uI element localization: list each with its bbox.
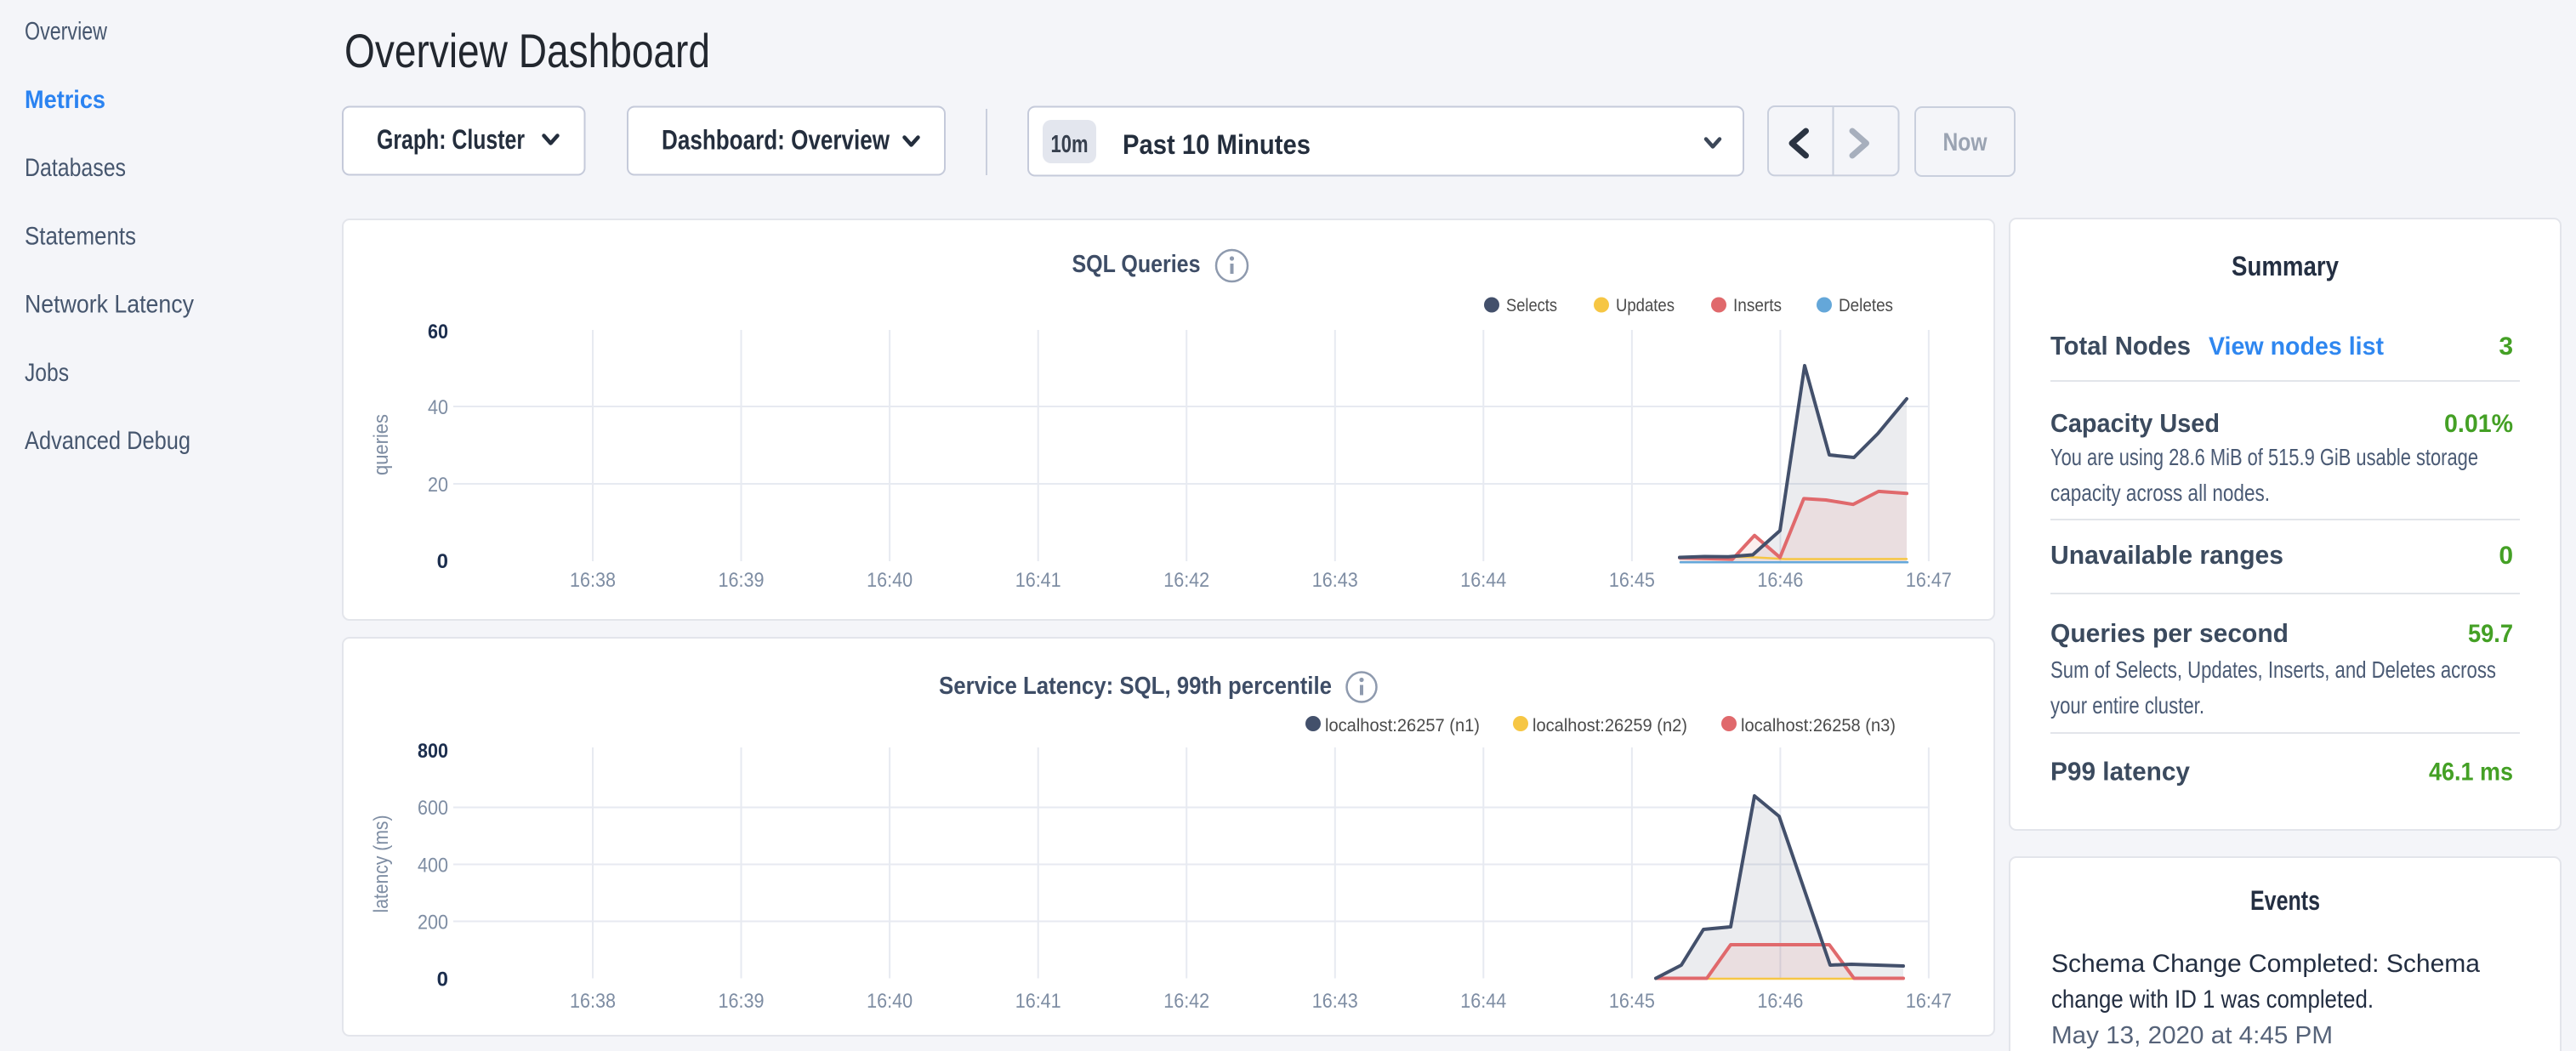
svg-text:Summary: Summary [2232, 251, 2339, 281]
svg-text:Overview Dashboard: Overview Dashboard [344, 24, 710, 77]
svg-text:You are using 28.6 MiB of 515.: You are using 28.6 MiB of 515.9 GiB usab… [2050, 444, 2478, 470]
svg-text:16:44: 16:44 [1460, 569, 1506, 592]
svg-text:16:43: 16:43 [1312, 569, 1358, 592]
svg-text:16:38: 16:38 [570, 569, 616, 592]
svg-text:800: 800 [418, 740, 448, 763]
svg-text:40: 40 [428, 396, 448, 419]
svg-text:600: 600 [418, 797, 448, 820]
svg-text:16:38: 16:38 [570, 990, 616, 1013]
svg-text:Schema Change Completed: Schem: Schema Change Completed: Schema [2051, 950, 2480, 978]
svg-text:Total Nodes: Total Nodes [2050, 331, 2191, 361]
svg-text:capacity across all nodes.: capacity across all nodes. [2050, 480, 2270, 506]
svg-text:latency (ms): latency (ms) [370, 815, 393, 913]
svg-text:Events: Events [2250, 885, 2320, 916]
svg-text:0: 0 [2499, 542, 2513, 570]
svg-text:Overview: Overview [25, 18, 107, 46]
svg-text:View nodes list: View nodes list [2209, 332, 2384, 361]
svg-text:Selects: Selects [1506, 296, 1557, 315]
svg-text:Inserts: Inserts [1733, 296, 1782, 315]
svg-text:16:46: 16:46 [1757, 569, 1803, 592]
svg-text:0.01%: 0.01% [2444, 410, 2513, 438]
svg-text:queries: queries [370, 414, 393, 475]
svg-text:Updates: Updates [1616, 296, 1675, 315]
svg-text:46.1 ms: 46.1 ms [2429, 758, 2513, 787]
svg-text:change with ID 1 was completed: change with ID 1 was completed. [2051, 986, 2374, 1014]
svg-text:Capacity Used: Capacity Used [2050, 408, 2220, 438]
svg-text:localhost:26258 (n3): localhost:26258 (n3) [1741, 716, 1896, 736]
svg-text:16:43: 16:43 [1312, 990, 1358, 1013]
svg-text:16:40: 16:40 [867, 990, 913, 1013]
svg-text:localhost:26259 (n2): localhost:26259 (n2) [1533, 716, 1687, 736]
svg-text:Jobs: Jobs [25, 359, 69, 387]
svg-text:Unavailable ranges: Unavailable ranges [2050, 540, 2283, 570]
svg-text:20: 20 [428, 474, 448, 497]
svg-text:Statements: Statements [25, 222, 136, 250]
svg-text:Sum of Selects, Updates, Inser: Sum of Selects, Updates, Inserts, and De… [2050, 656, 2496, 683]
svg-text:Deletes: Deletes [1839, 296, 1893, 315]
svg-text:59.7: 59.7 [2468, 620, 2513, 648]
svg-text:SQL Queries: SQL Queries [1072, 251, 1201, 278]
svg-text:16:44: 16:44 [1460, 990, 1506, 1013]
svg-text:Dashboard: Overview: Dashboard: Overview [662, 125, 890, 156]
svg-text:Service Latency: SQL, 99th per: Service Latency: SQL, 99th percentile [939, 673, 1332, 700]
svg-text:Databases: Databases [25, 154, 126, 182]
svg-text:16:39: 16:39 [719, 569, 765, 592]
svg-text:16:40: 16:40 [867, 569, 913, 592]
svg-text:60: 60 [428, 321, 448, 344]
svg-text:Network Latency: Network Latency [25, 291, 194, 319]
svg-text:3: 3 [2499, 332, 2513, 361]
svg-text:16:45: 16:45 [1609, 569, 1655, 592]
svg-text:16:42: 16:42 [1163, 569, 1209, 592]
svg-text:0: 0 [437, 969, 448, 991]
svg-text:localhost:26257 (n1): localhost:26257 (n1) [1325, 716, 1480, 736]
svg-text:16:45: 16:45 [1609, 990, 1655, 1013]
svg-text:your entire cluster.: your entire cluster. [2050, 692, 2204, 719]
svg-text:0: 0 [437, 550, 448, 573]
svg-text:200: 200 [418, 912, 448, 935]
svg-text:Past 10 Minutes: Past 10 Minutes [1123, 129, 1311, 160]
svg-text:P99 latency: P99 latency [2050, 757, 2191, 787]
svg-text:Graph: Cluster: Graph: Cluster [377, 124, 525, 155]
svg-text:Metrics: Metrics [25, 86, 105, 114]
svg-text:Queries per second: Queries per second [2050, 618, 2289, 648]
svg-text:16:39: 16:39 [719, 990, 765, 1013]
svg-text:400: 400 [418, 855, 448, 878]
svg-text:Now: Now [1943, 128, 1988, 156]
svg-text:10m: 10m [1051, 131, 1089, 158]
svg-text:16:42: 16:42 [1163, 990, 1209, 1013]
svg-text:16:41: 16:41 [1015, 569, 1061, 592]
svg-text:Advanced Debug: Advanced Debug [25, 427, 190, 455]
svg-text:16:41: 16:41 [1015, 990, 1061, 1013]
svg-text:16:46: 16:46 [1757, 990, 1803, 1013]
svg-text:16:47: 16:47 [1906, 569, 1952, 592]
svg-text:May 13, 2020 at 4:45 PM: May 13, 2020 at 4:45 PM [2051, 1022, 2333, 1049]
svg-text:16:47: 16:47 [1906, 990, 1952, 1013]
